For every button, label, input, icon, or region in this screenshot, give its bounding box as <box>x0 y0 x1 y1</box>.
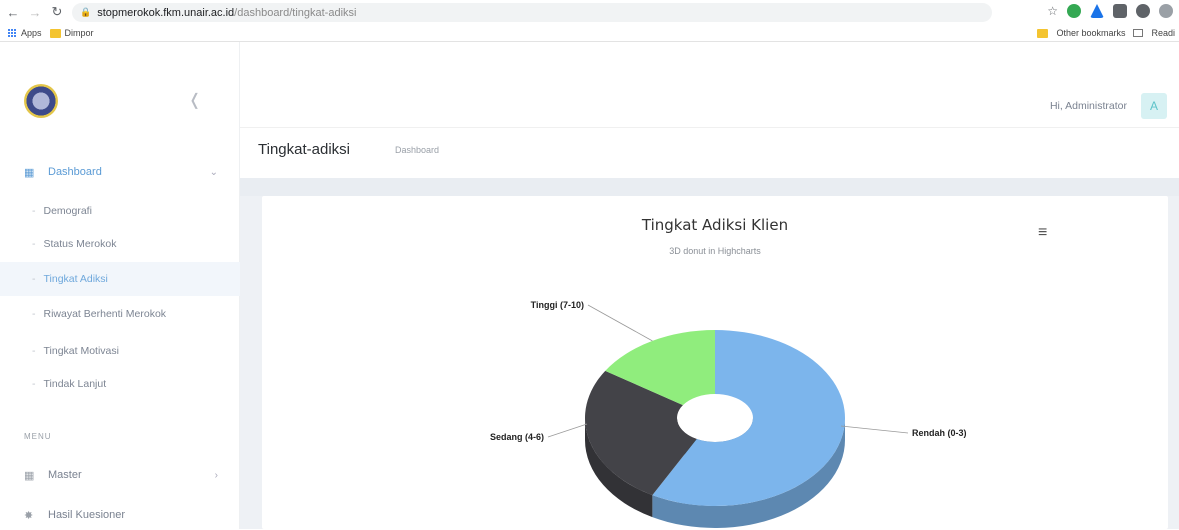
user-greeting[interactable]: Hi, Administrator <box>1050 100 1127 112</box>
sidebar-subitem-label: Riwayat Berhenti Merokok <box>43 308 167 320</box>
chevron-down-icon: ⌄ <box>209 166 218 178</box>
bullet-dash: - <box>32 345 36 357</box>
bookmark-dimpor-label: Dimpor <box>64 28 94 38</box>
forward-icon[interactable]: → <box>26 3 44 21</box>
address-bar[interactable]: 🔒 stopmerokok.fkm.unair.ac.id /dashboard… <box>72 3 992 22</box>
label-connector-0[interactable] <box>840 425 909 434</box>
avatar[interactable]: A <box>1141 93 1167 119</box>
content-separator <box>240 178 1179 196</box>
sidebar-item-label: Master <box>48 469 82 481</box>
bullet-dash: - <box>32 205 36 217</box>
bookmarks-bar: Apps Dimpor Other bookmarks Readi <box>0 24 1179 42</box>
puzzle-icon[interactable] <box>1136 4 1150 18</box>
sidebar-subitem-tingkat-motivasi[interactable]: - Tingkat Motivasi <box>0 336 240 366</box>
donut-chart: Rendah (0-3) Sedang (4-6) Tinggi (7-10) <box>490 300 967 528</box>
reading-list-icon[interactable] <box>1133 29 1144 37</box>
app-logo[interactable] <box>24 84 58 118</box>
sidebar-subitem-tingkat-adiksi[interactable]: - Tingkat Adiksi <box>0 262 240 296</box>
drive-icon[interactable] <box>1090 4 1104 18</box>
sidebar-subitem-label: Tindak Lanjut <box>43 378 107 390</box>
sidebar-subitem-label: Tingkat Motivasi <box>43 345 119 357</box>
sidebar-subitem-label: Status Merokok <box>43 238 117 250</box>
reload-icon[interactable]: ↻ <box>48 3 66 21</box>
folder-icon <box>1037 28 1049 38</box>
star-icon[interactable]: ☆ <box>1047 4 1058 18</box>
bullet-dash: - <box>32 273 36 285</box>
page-title: Tingkat-adiksi <box>258 141 350 158</box>
bullet-dash: - <box>32 378 36 390</box>
collapse-sidebar-icon[interactable]: ❬ <box>188 90 201 110</box>
url-domain: stopmerokok.fkm.unair.ac.id <box>97 6 235 19</box>
lock-icon: 🔒 <box>80 7 92 17</box>
page-title-bar: Tingkat-adiksi Dashboard <box>240 128 1179 178</box>
bullet-dash: - <box>32 238 36 250</box>
slice-label-0: Rendah (0-3) <box>912 428 967 438</box>
bookmark-apps[interactable]: Apps <box>8 28 42 38</box>
profile-icon[interactable] <box>1159 4 1173 18</box>
bulb-icon: ✸ <box>24 510 34 522</box>
extensions-bar: ☆ <box>1047 4 1173 18</box>
sidebar-subitem-status-merokok[interactable]: - Status Merokok <box>0 229 240 259</box>
chart-card: Tingkat Adiksi Klien 3D donut in Highcha… <box>262 196 1168 529</box>
slice-label-1: Sedang (4-6) <box>490 432 544 442</box>
label-connector-1[interactable] <box>547 423 588 438</box>
bookmark-dimpor[interactable]: Dimpor <box>49 28 94 38</box>
sidebar-subitem-demografi[interactable]: - Demografi <box>0 196 240 226</box>
bookmark-apps-label: Apps <box>21 28 42 38</box>
browser-chrome: ← → ↻ 🔒 stopmerokok.fkm.unair.ac.id /das… <box>0 0 1179 42</box>
bullet-dash: - <box>32 308 36 320</box>
label-connector-2[interactable] <box>587 304 653 342</box>
extension-green-icon[interactable] <box>1067 4 1081 18</box>
slice-label-2: Tinggi (7-10) <box>531 300 584 310</box>
back-icon[interactable]: ← <box>4 3 22 21</box>
sidebar-item-master[interactable]: ▦ Master › <box>0 460 240 490</box>
sidebar-item-label: Hasil Kuesioner <box>48 509 126 521</box>
sidebar-subitem-tindak-lanjut[interactable]: - Tindak Lanjut <box>0 369 240 399</box>
browser-nav-row: ← → ↻ 🔒 stopmerokok.fkm.unair.ac.id /das… <box>0 0 1179 24</box>
bookmarks-right: Other bookmarks Readi <box>1037 24 1175 42</box>
breadcrumb[interactable]: Dashboard <box>395 145 439 155</box>
dashboard-icon: ▦ <box>24 167 35 179</box>
other-bookmarks[interactable]: Other bookmarks <box>1056 28 1125 38</box>
apps-grid-icon <box>8 28 17 38</box>
master-icon: ▦ <box>24 470 35 482</box>
sidebar-subitem-label: Demografi <box>43 205 92 217</box>
sidebar-item-label: Dashboard <box>48 166 102 178</box>
sidebar-subitem-label: Tingkat Adiksi <box>43 273 108 285</box>
sidebar-item-dashboard[interactable]: ▦ Dashboard ⌄ <box>0 157 240 187</box>
reading-list[interactable]: Readi <box>1151 28 1175 38</box>
sidebar-item-hasil-kuesioner[interactable]: ✸ Hasil Kuesioner <box>0 500 240 530</box>
chevron-right-icon: › <box>214 469 218 481</box>
menu-section-title: MENU <box>24 432 52 441</box>
sidebar-subitem-riwayat-berhenti[interactable]: - Riwayat Berhenti Merokok <box>0 299 240 329</box>
url-path: /dashboard/tingkat-adiksi <box>234 6 357 19</box>
folder-icon <box>49 28 61 38</box>
extension-grey-icon[interactable] <box>1113 4 1127 18</box>
top-header: Hi, Administrator <box>240 42 1179 128</box>
